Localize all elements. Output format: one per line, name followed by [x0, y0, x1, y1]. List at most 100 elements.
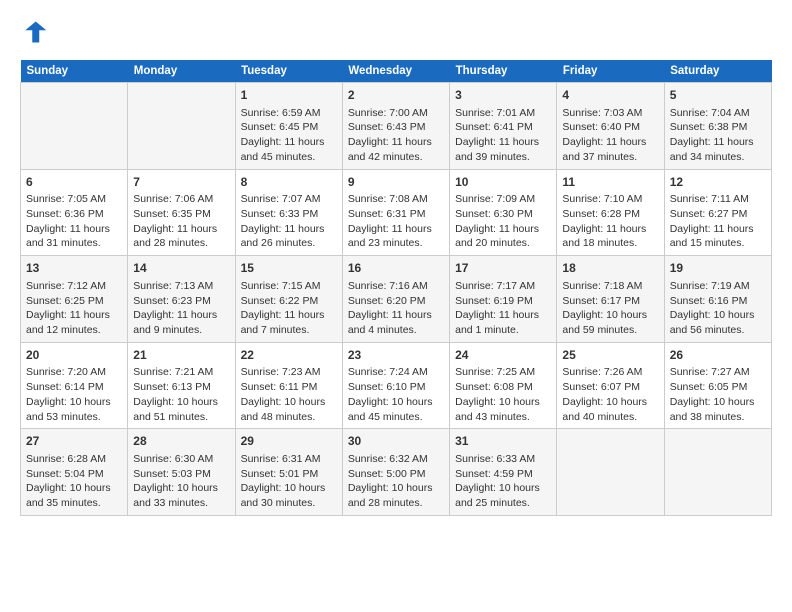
calendar-cell: 2Sunrise: 7:00 AMSunset: 6:43 PMDaylight…: [342, 83, 449, 170]
day-info: Sunrise: 7:09 AM: [455, 192, 551, 207]
day-info: Sunset: 6:28 PM: [562, 207, 658, 222]
day-info: Sunset: 6:30 PM: [455, 207, 551, 222]
day-info: Sunrise: 7:08 AM: [348, 192, 444, 207]
day-info: Sunset: 6:31 PM: [348, 207, 444, 222]
day-info: Sunset: 4:59 PM: [455, 467, 551, 482]
day-info: Sunset: 6:45 PM: [241, 120, 337, 135]
day-info: Sunset: 5:00 PM: [348, 467, 444, 482]
day-number: 25: [562, 347, 658, 364]
day-info: Sunset: 6:38 PM: [670, 120, 766, 135]
calendar-cell: 18 Sunrise: 7:18 AMSunset: 6:17 PMDayligh…: [557, 256, 664, 343]
calendar-cell: 21Sunrise: 7:21 AMSunset: 6:13 PMDayligh…: [128, 342, 235, 429]
day-info: Daylight: 10 hours and 56 minutes.: [670, 308, 766, 337]
day-info: Daylight: 10 hours and 45 minutes.: [348, 395, 444, 424]
day-info: Sunrise: 6:31 AM: [241, 452, 337, 467]
logo-icon: [20, 18, 48, 46]
calendar-cell: 1Sunrise: 6:59 AMSunset: 6:45 PMDaylight…: [235, 83, 342, 170]
day-info: Sunset: 6:43 PM: [348, 120, 444, 135]
col-header-friday: Friday: [557, 60, 664, 83]
day-info: Sunset: 6:27 PM: [670, 207, 766, 222]
calendar-cell: 25Sunrise: 7:26 AMSunset: 6:07 PMDayligh…: [557, 342, 664, 429]
day-info: Daylight: 11 hours and 18 minutes.: [562, 222, 658, 251]
day-number: 2: [348, 87, 444, 104]
day-info: Sunrise: 7:05 AM: [26, 192, 122, 207]
day-number: 23: [348, 347, 444, 364]
day-info: Daylight: 11 hours and 12 minutes.: [26, 308, 122, 337]
day-info: Sunrise: 6:59 AM: [241, 106, 337, 121]
day-number: 4: [562, 87, 658, 104]
day-info: Daylight: 11 hours and 7 minutes.: [241, 308, 337, 337]
calendar-cell: [128, 83, 235, 170]
calendar-cell: 27Sunrise: 6:28 AMSunset: 5:04 PMDayligh…: [21, 429, 128, 516]
calendar-cell: 10Sunrise: 7:09 AMSunset: 6:30 PMDayligh…: [450, 169, 557, 256]
day-number: 14: [133, 260, 229, 277]
day-number: 26: [670, 347, 766, 364]
day-info: Sunset: 6:20 PM: [348, 294, 444, 309]
day-info: Sunrise: 7:18 AM: [562, 279, 658, 294]
day-info: Sunset: 6:07 PM: [562, 380, 658, 395]
day-info: Sunset: 6:13 PM: [133, 380, 229, 395]
day-info: Sunset: 5:04 PM: [26, 467, 122, 482]
day-info: Daylight: 10 hours and 40 minutes.: [562, 395, 658, 424]
col-header-saturday: Saturday: [664, 60, 771, 83]
col-header-monday: Monday: [128, 60, 235, 83]
day-info: Sunrise: 7:10 AM: [562, 192, 658, 207]
calendar-cell: 30Sunrise: 6:32 AMSunset: 5:00 PMDayligh…: [342, 429, 449, 516]
day-info: Sunset: 6:11 PM: [241, 380, 337, 395]
day-info: Sunrise: 7:17 AM: [455, 279, 551, 294]
day-number: 30: [348, 433, 444, 450]
calendar-cell: 15Sunrise: 7:15 AMSunset: 6:22 PMDayligh…: [235, 256, 342, 343]
day-info: Sunrise: 7:01 AM: [455, 106, 551, 121]
day-info: Sunset: 6:10 PM: [348, 380, 444, 395]
day-info: Sunrise: 6:30 AM: [133, 452, 229, 467]
day-info: Daylight: 11 hours and 26 minutes.: [241, 222, 337, 251]
day-info: Daylight: 11 hours and 34 minutes.: [670, 135, 766, 164]
day-info: Daylight: 11 hours and 15 minutes.: [670, 222, 766, 251]
calendar-cell: 17Sunrise: 7:17 AMSunset: 6:19 PMDayligh…: [450, 256, 557, 343]
day-info: Daylight: 11 hours and 4 minutes.: [348, 308, 444, 337]
day-info: Daylight: 11 hours and 23 minutes.: [348, 222, 444, 251]
calendar-cell: 22Sunrise: 7:23 AMSunset: 6:11 PMDayligh…: [235, 342, 342, 429]
day-info: Daylight: 10 hours and 59 minutes.: [562, 308, 658, 337]
day-number: 1: [241, 87, 337, 104]
day-info: Sunset: 6:17 PM: [562, 294, 658, 309]
day-info: Sunset: 6:08 PM: [455, 380, 551, 395]
calendar-cell: 14Sunrise: 7:13 AMSunset: 6:23 PMDayligh…: [128, 256, 235, 343]
day-info: Daylight: 11 hours and 31 minutes.: [26, 222, 122, 251]
calendar-cell: 7Sunrise: 7:06 AMSunset: 6:35 PMDaylight…: [128, 169, 235, 256]
calendar-cell: 9Sunrise: 7:08 AMSunset: 6:31 PMDaylight…: [342, 169, 449, 256]
calendar-cell: 29Sunrise: 6:31 AMSunset: 5:01 PMDayligh…: [235, 429, 342, 516]
calendar-cell: 31Sunrise: 6:33 AMSunset: 4:59 PMDayligh…: [450, 429, 557, 516]
day-number: 18: [562, 260, 658, 277]
calendar-cell: [557, 429, 664, 516]
calendar-cell: 16Sunrise: 7:16 AMSunset: 6:20 PMDayligh…: [342, 256, 449, 343]
calendar-week-row: 1 Sunrise: 6:59 AMSunset: 6:45 PM Daylight…: [21, 83, 772, 170]
day-info: Daylight: 10 hours and 35 minutes.: [26, 481, 122, 510]
calendar-cell: 13Sunrise: 7:12 AMSunset: 6:25 PMDayligh…: [21, 256, 128, 343]
day-info: Sunrise: 7:04 AM: [670, 106, 766, 121]
page: SundayMondayTuesdayWednesdayThursdayFrid…: [0, 0, 792, 534]
day-info: Sunset: 6:35 PM: [133, 207, 229, 222]
day-info: Sunrise: 7:27 AM: [670, 365, 766, 380]
day-info: Sunset: 6:23 PM: [133, 294, 229, 309]
calendar-cell: 20Sunrise: 7:20 AMSunset: 6:14 PMDayligh…: [21, 342, 128, 429]
day-info: Sunrise: 7:24 AM: [348, 365, 444, 380]
calendar-cell: 23Sunrise: 7:24 AMSunset: 6:10 PMDayligh…: [342, 342, 449, 429]
day-number: 5: [670, 87, 766, 104]
calendar-cell: 28Sunrise: 6:30 AMSunset: 5:03 PMDayligh…: [128, 429, 235, 516]
day-number: 15: [241, 260, 337, 277]
day-number: 28: [133, 433, 229, 450]
calendar-cell: 24Sunrise: 7:25 AMSunset: 6:08 PMDayligh…: [450, 342, 557, 429]
day-info: Daylight: 10 hours and 53 minutes.: [26, 395, 122, 424]
calendar-cell: [664, 429, 771, 516]
day-number: 6: [26, 174, 122, 191]
day-info: Sunrise: 7:25 AM: [455, 365, 551, 380]
day-info: Daylight: 11 hours and 39 minutes.: [455, 135, 551, 164]
calendar-header-row: SundayMondayTuesdayWednesdayThursdayFrid…: [21, 60, 772, 83]
day-info: Daylight: 10 hours and 25 minutes.: [455, 481, 551, 510]
day-number: 3: [455, 87, 551, 104]
calendar-cell: 3Sunrise: 7:01 AMSunset: 6:41 PMDaylight…: [450, 83, 557, 170]
calendar-table: SundayMondayTuesdayWednesdayThursdayFrid…: [20, 60, 772, 516]
day-info: Sunrise: 7:06 AM: [133, 192, 229, 207]
day-info: Sunrise: 7:11 AM: [670, 192, 766, 207]
